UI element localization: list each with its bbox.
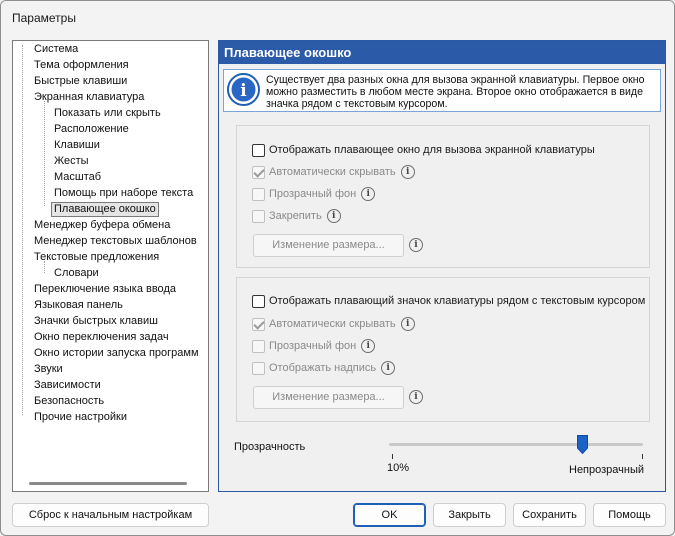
- transparent-bg-label-1: Прозрачный фон: [269, 188, 357, 200]
- transparency-min-label: 10%: [387, 462, 410, 474]
- tree-item-dependencies[interactable]: Зависимости: [32, 378, 103, 393]
- transparency-slider-track[interactable]: [389, 443, 643, 446]
- info-icon[interactable]: i: [409, 390, 423, 404]
- help-button[interactable]: Помощь: [593, 503, 666, 527]
- info-icon[interactable]: i: [361, 339, 376, 353]
- tree-item-launch-history[interactable]: Окно истории запуска программ: [32, 346, 201, 361]
- show-floating-window-label: Отображать плавающее окно для вызова экр…: [269, 144, 595, 156]
- tree-item-system[interactable]: Система: [32, 42, 80, 57]
- info-box: i Существует два разных окна для вызова …: [223, 69, 661, 112]
- reset-button[interactable]: Сброс к начальным настройкам: [12, 503, 209, 527]
- tree-item-clipboard[interactable]: Менеджер буфера обмена: [32, 218, 172, 233]
- transparency-slider-thumb[interactable]: [577, 435, 588, 454]
- show-caption-label: Отображать надпись: [269, 362, 377, 374]
- save-button[interactable]: Сохранить: [513, 503, 586, 527]
- info-icon[interactable]: i: [361, 187, 376, 201]
- settings-window: Параметры Система Тема оформления Быстры…: [0, 0, 675, 536]
- tree-item-hotkey-icons[interactable]: Значки быстрых клавиш: [32, 314, 160, 329]
- transparency-max-label: Непрозрачный: [569, 464, 645, 476]
- tree-item-floating-window[interactable]: Плавающее окошко: [51, 202, 159, 217]
- tree-item-sounds[interactable]: Звуки: [32, 362, 65, 377]
- tree-item-gestures[interactable]: Жесты: [52, 154, 91, 169]
- auto-hide-checkbox-2[interactable]: [252, 317, 265, 331]
- resize-button-2[interactable]: Изменение размера...: [253, 386, 404, 409]
- tree-item-language-bar[interactable]: Языковая панель: [32, 298, 125, 313]
- show-floating-window-row[interactable]: Отображать плавающее окно для вызова экр…: [252, 142, 595, 158]
- settings-panel: Плавающее окошко i Существует два разных…: [218, 40, 666, 492]
- tree-item-task-switch[interactable]: Окно переключения задач: [32, 330, 171, 345]
- ok-button[interactable]: OK: [353, 503, 426, 527]
- show-cursor-icon-label: Отображать плавающий значок клавиатуры р…: [269, 295, 646, 307]
- tree-item-dictionaries[interactable]: Словари: [52, 266, 101, 281]
- tree-item-security[interactable]: Безопасность: [32, 394, 106, 409]
- slider-tick-min: [392, 454, 393, 459]
- transparent-bg-row-2[interactable]: Прозрачный фон i: [252, 338, 376, 354]
- show-floating-window-checkbox[interactable]: [252, 143, 265, 157]
- tree-horizontal-scrollbar[interactable]: [29, 482, 187, 485]
- transparent-bg-checkbox-1[interactable]: [252, 187, 265, 201]
- pin-label: Закрепить: [269, 210, 322, 222]
- tree-item-show-hide[interactable]: Показать или скрыть: [52, 106, 163, 121]
- tree-guide-line: [44, 101, 45, 206]
- tree-item-text-suggestions[interactable]: Текстовые предложения: [32, 250, 161, 265]
- tree-guide-line: [22, 45, 23, 415]
- auto-hide-checkbox-1[interactable]: [252, 165, 265, 179]
- resize-button-1[interactable]: Изменение размера...: [253, 234, 404, 257]
- show-caption-row[interactable]: Отображать надпись i: [252, 360, 396, 376]
- close-button[interactable]: Закрыть: [433, 503, 506, 527]
- tree-item-templates[interactable]: Менеджер текстовых шаблонов: [32, 234, 199, 249]
- info-icon[interactable]: i: [400, 165, 415, 179]
- panel-title: Плавающее окошко: [219, 41, 665, 64]
- info-circle-glyph: i: [240, 81, 247, 101]
- tree-item-location[interactable]: Расположение: [52, 122, 131, 137]
- auto-hide-label-1: Автоматически скрывать: [269, 166, 396, 178]
- transparent-bg-checkbox-2[interactable]: [252, 339, 265, 353]
- transparent-bg-row-1[interactable]: Прозрачный фон i: [252, 186, 376, 202]
- tree-item-scale[interactable]: Масштаб: [52, 170, 103, 185]
- show-cursor-icon-checkbox[interactable]: [252, 294, 265, 308]
- settings-tree: Система Тема оформления Быстрые клавиши …: [12, 40, 209, 492]
- pin-checkbox[interactable]: [252, 209, 265, 223]
- window-title: Параметры: [12, 11, 76, 25]
- cursor-icon-group: Отображать плавающий значок клавиатуры р…: [236, 277, 650, 422]
- floating-window-group: Отображать плавающее окно для вызова экр…: [236, 125, 650, 268]
- tree-item-theme[interactable]: Тема оформления: [32, 58, 131, 73]
- show-cursor-icon-row[interactable]: Отображать плавающий значок клавиатуры р…: [252, 293, 645, 309]
- transparent-bg-label-2: Прозрачный фон: [269, 340, 357, 352]
- tree-item-onscreen-keyboard[interactable]: Экранная клавиатура: [32, 90, 146, 105]
- auto-hide-row-1[interactable]: Автоматически скрывать i: [252, 164, 415, 180]
- pin-row[interactable]: Закрепить i: [252, 208, 341, 224]
- info-circle-icon: i: [227, 73, 260, 106]
- tree-item-input-language[interactable]: Переключение языка ввода: [32, 282, 178, 297]
- auto-hide-row-2[interactable]: Автоматически скрывать i: [252, 316, 415, 332]
- tree-item-keys[interactable]: Клавиши: [52, 138, 102, 153]
- info-text: Существует два разных окна для вызова эк…: [266, 74, 645, 110]
- auto-hide-label-2: Автоматически скрывать: [269, 318, 396, 330]
- tree-item-other-settings[interactable]: Прочие настройки: [32, 410, 129, 425]
- info-icon[interactable]: i: [409, 238, 423, 252]
- info-icon[interactable]: i: [400, 317, 415, 331]
- info-icon[interactable]: i: [381, 361, 396, 375]
- info-icon[interactable]: i: [326, 209, 341, 223]
- transparency-label: Прозрачность: [234, 441, 306, 453]
- tree-item-typing-help[interactable]: Помощь при наборе текста: [52, 186, 195, 201]
- tree-item-hotkeys[interactable]: Быстрые клавиши: [32, 74, 129, 89]
- title-bar: Параметры: [1, 1, 674, 33]
- show-caption-checkbox[interactable]: [252, 361, 265, 375]
- slider-tick-max: [642, 454, 643, 459]
